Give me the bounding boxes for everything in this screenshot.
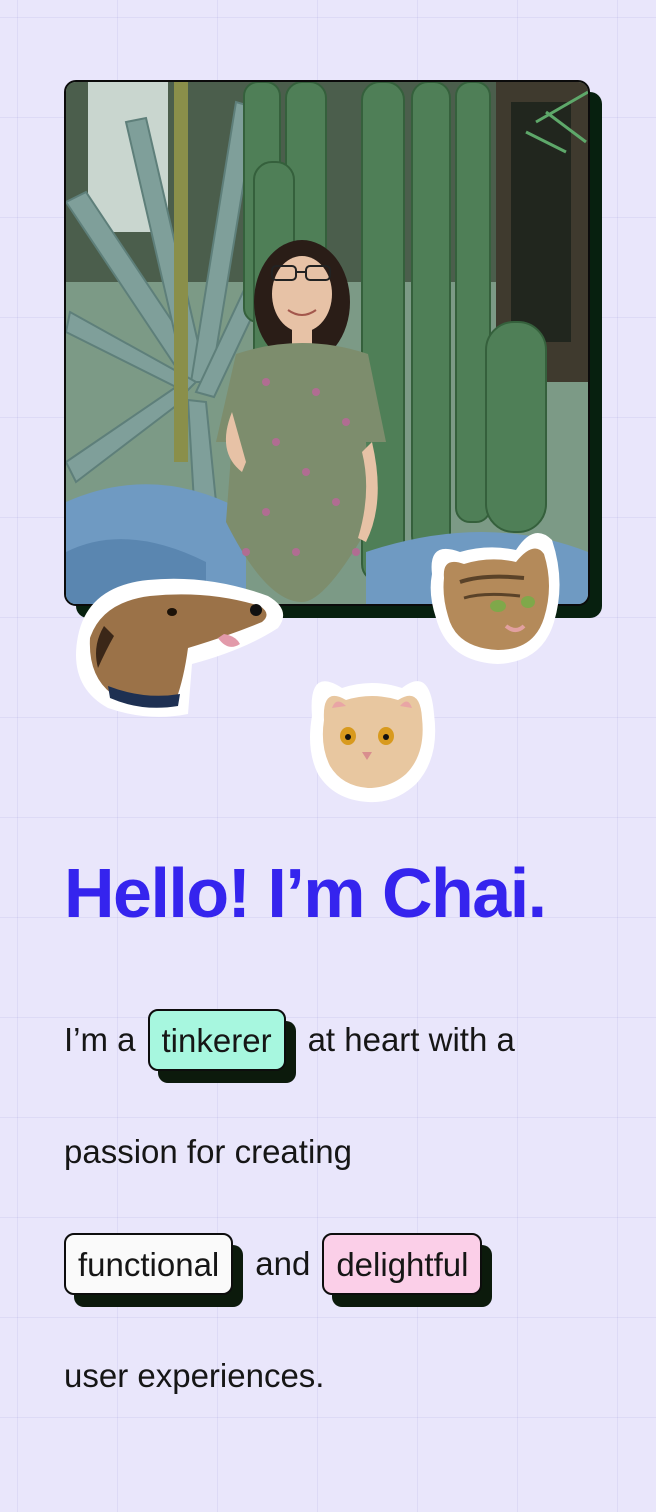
intro-text: at heart with a bbox=[307, 1021, 515, 1058]
intro-line-1: I’m a tinkerer at heart with a bbox=[64, 1008, 515, 1072]
orange-cat-sticker bbox=[306, 666, 438, 809]
intro-line-3: functional and delightful bbox=[64, 1232, 483, 1296]
delightful-chip: delightful bbox=[322, 1233, 483, 1295]
intro-text: and bbox=[255, 1245, 311, 1282]
intro-text: passion for creating bbox=[64, 1133, 352, 1170]
functional-chip: functional bbox=[64, 1233, 234, 1295]
tinkerer-chip: tinkerer bbox=[147, 1009, 286, 1071]
tabby-cat-sticker bbox=[424, 522, 564, 673]
intro-text: user experiences. bbox=[64, 1357, 325, 1394]
intro-text: I’m a bbox=[64, 1021, 136, 1058]
dog-sticker bbox=[68, 566, 288, 727]
intro-line-4: user experiences. bbox=[64, 1344, 324, 1408]
intro-line-2: passion for creating bbox=[64, 1120, 352, 1184]
page-title: Hello! I’m Chai. bbox=[64, 854, 547, 932]
